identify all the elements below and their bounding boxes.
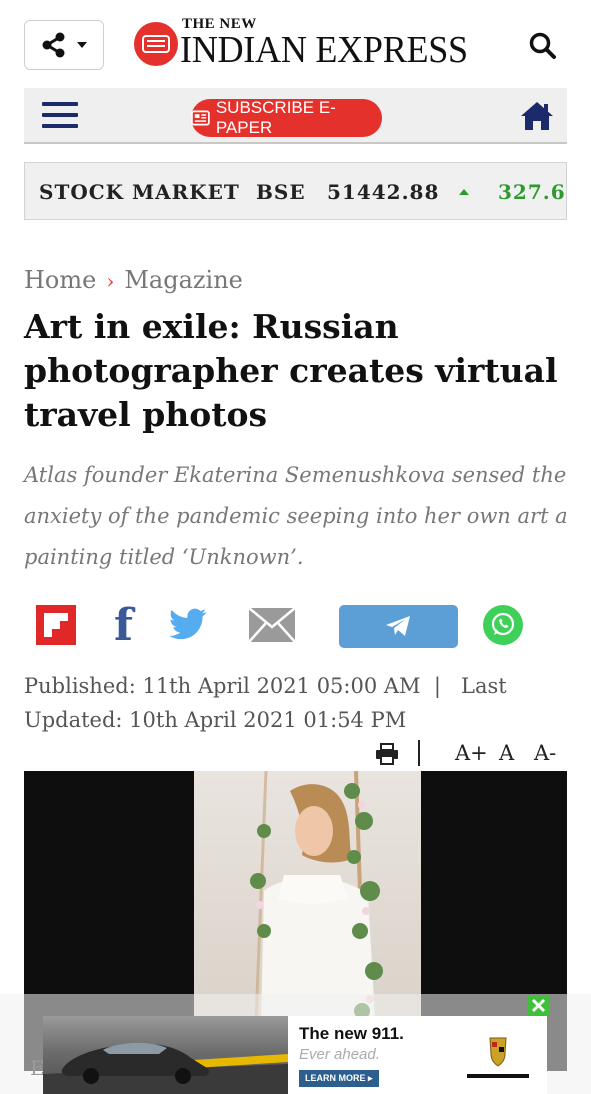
whatsapp-icon[interactable] bbox=[483, 605, 523, 645]
advertisement-banner[interactable]: The new 911. Ever ahead. LEARN MORE ▸ bbox=[43, 1016, 547, 1094]
published-dates: Published: 11th April 2021 05:00 AM | La… bbox=[24, 674, 514, 732]
ad-subheadline: Ever ahead. bbox=[299, 1046, 380, 1063]
tools-separator bbox=[418, 740, 420, 766]
font-increase-button[interactable]: A+ bbox=[455, 741, 488, 765]
ad-car-image bbox=[43, 1016, 288, 1094]
ad-close-icon[interactable] bbox=[528, 995, 549, 1016]
trend-up-icon bbox=[459, 189, 469, 195]
ad-learn-more-button[interactable]: LEARN MORE ▸ bbox=[299, 1070, 379, 1087]
subscribe-label: SUBSCRIBE E-PAPER bbox=[215, 98, 336, 137]
print-icon[interactable] bbox=[375, 743, 399, 765]
font-normal-button[interactable]: A bbox=[499, 741, 514, 765]
ticker-value: 51442.88 bbox=[327, 180, 440, 204]
ticker-change: 327.6 bbox=[498, 180, 566, 204]
chevron-down-icon bbox=[77, 42, 87, 48]
search-icon[interactable] bbox=[527, 30, 559, 62]
share-icon bbox=[42, 32, 65, 58]
article-title: Art in exile: Russian photographer creat… bbox=[24, 307, 558, 434]
breadcrumb: Home › Magazine bbox=[24, 266, 243, 294]
site-logo[interactable]: THE NEW INDIAN EXPRESS bbox=[134, 16, 514, 74]
ticker-exchange: BSE bbox=[256, 180, 306, 204]
hamburger-menu-icon[interactable] bbox=[42, 102, 78, 130]
email-icon[interactable] bbox=[248, 607, 296, 643]
breadcrumb-home[interactable]: Home bbox=[24, 266, 96, 294]
breadcrumb-separator: › bbox=[106, 269, 115, 293]
telegram-icon bbox=[386, 616, 410, 636]
flipboard-icon[interactable] bbox=[36, 605, 76, 645]
ad-headline: The new 911. bbox=[299, 1024, 404, 1043]
home-icon[interactable] bbox=[519, 100, 555, 132]
breadcrumb-section[interactable]: Magazine bbox=[124, 266, 243, 294]
telegram-button[interactable] bbox=[339, 605, 458, 648]
porsche-logo bbox=[463, 1036, 533, 1086]
font-decrease-button[interactable]: A- bbox=[534, 741, 556, 765]
facebook-icon[interactable]: f bbox=[114, 600, 138, 651]
stock-ticker: STOCK MARKET BSE 51442.88 327.6 bbox=[24, 162, 567, 220]
article-summary: Atlas founder Ekaterina Semenushkova sen… bbox=[24, 463, 568, 569]
logo-emblem bbox=[134, 22, 178, 66]
ticker-label: STOCK MARKET bbox=[39, 180, 240, 204]
subscribe-epaper-button[interactable]: SUBSCRIBE E-PAPER bbox=[191, 98, 382, 137]
twitter-icon[interactable] bbox=[168, 606, 208, 644]
newspaper-icon bbox=[191, 110, 210, 126]
logo-text-big: INDIAN EXPRESS bbox=[180, 29, 468, 71]
share-menu-button[interactable] bbox=[24, 20, 104, 70]
